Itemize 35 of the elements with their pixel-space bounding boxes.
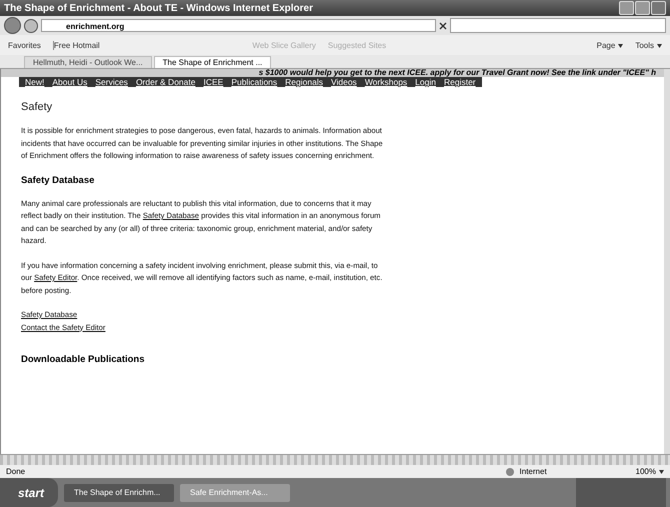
browser-tab[interactable]: Hellmuth, Heidi - Outlook We... [24, 56, 152, 68]
caret-icon [618, 44, 624, 48]
nav-link[interactable]: Publications [231, 77, 278, 87]
globe-icon [506, 468, 514, 476]
nav-link[interactable]: Login [415, 77, 436, 87]
section-heading: Downloadable Publications [21, 354, 146, 365]
nav-link[interactable]: Register [444, 77, 476, 87]
nav-link[interactable]: About Us [52, 77, 88, 87]
zoom-control[interactable]: 100% [636, 467, 664, 476]
nav-link[interactable]: Regionals [285, 77, 323, 87]
start-button[interactable]: start [0, 478, 58, 507]
stop-button[interactable] [439, 22, 447, 30]
horizontal-scrollbar[interactable] [0, 454, 670, 465]
section-heading: Safety Database [21, 174, 96, 186]
nav-link[interactable]: Order & Donate [136, 77, 196, 87]
nav-link[interactable]: ICEE [203, 77, 224, 87]
favorites-item[interactable]: Free Hotmail [52, 40, 240, 50]
page-heading: Safety [21, 101, 54, 113]
nav-link[interactable]: Videos [330, 77, 357, 87]
taskbar-button[interactable]: The Shape of Enrichm... [64, 484, 174, 502]
status-text: Done [6, 467, 26, 476]
caret-icon [657, 44, 662, 48]
favorites-item[interactable]: Favorites [8, 40, 41, 50]
window-title: The Shape of Enrichment - About TE - Windows Internet Explorer [4, 2, 313, 14]
command-menu[interactable]: Tools [635, 40, 662, 50]
caret-icon [659, 470, 664, 474]
command-menu[interactable]: Page [596, 40, 624, 50]
nav-link[interactable]: New! [25, 77, 44, 87]
zone-text: Internet [520, 467, 548, 476]
vertical-scrollbar[interactable] [664, 69, 670, 454]
browser-tab[interactable]: The Shape of Enrichment ... [154, 56, 272, 68]
nav-link[interactable]: Services [95, 77, 128, 87]
search-field[interactable] [450, 18, 666, 33]
address-field[interactable]: enrichment.org [41, 19, 436, 32]
nav-link[interactable]: Workshops [364, 77, 408, 87]
